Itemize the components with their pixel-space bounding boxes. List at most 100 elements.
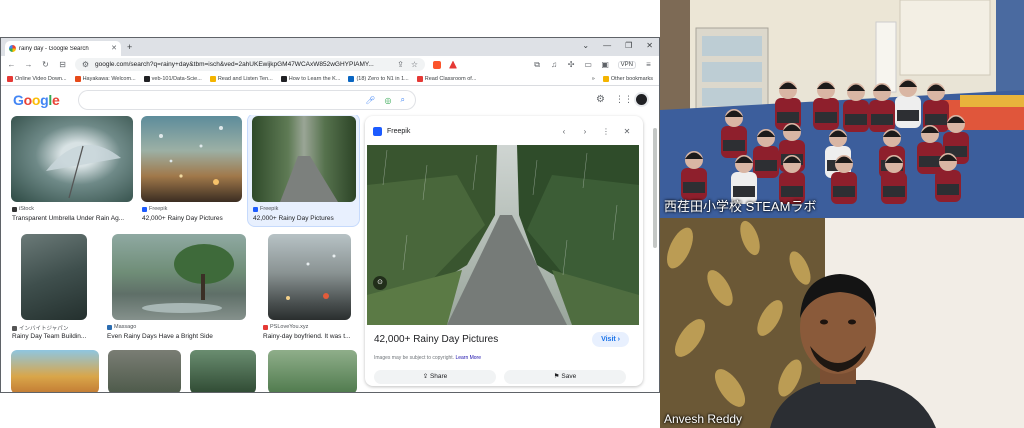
bookmark-favicon-icon: [74, 76, 81, 82]
bookmarks-bar: Online Video Down... Hayakawa: Welcom... v…: [1, 73, 659, 86]
menu-icon[interactable]: ≡: [644, 60, 653, 69]
preview-site[interactable]: Freepik: [387, 128, 551, 135]
result-title[interactable]: 42,000+ Rainy Day Pictures: [253, 215, 357, 222]
more-options-icon[interactable]: ⋮: [598, 127, 614, 136]
reload-icon[interactable]: ↻: [41, 60, 50, 69]
back-icon[interactable]: ←: [7, 60, 16, 69]
lens-icon[interactable]: ◎: [385, 96, 392, 105]
bookmark-label: Read and Listen Ten...: [217, 76, 273, 82]
bookmark-item[interactable]: Read Classroom of...: [416, 76, 477, 82]
result-source: Massago: [114, 324, 137, 330]
close-window-button[interactable]: ✕: [646, 41, 653, 50]
bookmark-item[interactable]: Online Video Down...: [7, 76, 67, 82]
result-title[interactable]: Even Rainy Days Have a Bright Side: [107, 333, 247, 340]
student-figure: [681, 151, 707, 200]
preview-title[interactable]: 42,000+ Rainy Day Pictures: [374, 334, 498, 345]
share-label: Share: [429, 373, 448, 380]
avatar[interactable]: [634, 92, 649, 107]
student-figure: [843, 83, 869, 132]
bookmark-item[interactable]: (18) Zero to N1 in 1...: [348, 76, 409, 82]
bookmark-label: Hayakawa: Welcom...: [82, 76, 136, 82]
minimize-button[interactable]: —: [603, 41, 611, 50]
result-image[interactable]: [11, 116, 133, 202]
bookmark-favicon-icon: [209, 76, 216, 82]
tab-list-icon[interactable]: ▭: [584, 60, 593, 69]
share-button[interactable]: ⇪ Share: [374, 370, 496, 384]
bookmark-item[interactable]: veb-101/Data-Scie...: [143, 76, 202, 82]
tab-search-icon[interactable]: ⌄: [582, 41, 589, 50]
other-bookmarks[interactable]: Other bookmarks: [602, 76, 653, 82]
result-title[interactable]: 42,000+ Rainy Day Pictures: [142, 215, 242, 222]
folder-icon: [602, 76, 609, 82]
logo-letter: o: [23, 92, 33, 108]
vpn-button[interactable]: VPN: [617, 60, 636, 69]
bookmark-label: (18) Zero to N1 in 1...: [356, 76, 409, 82]
student-figure: [813, 81, 839, 130]
media-icon[interactable]: ♫: [550, 60, 559, 69]
mic-icon[interactable]: 🎤︎: [365, 96, 375, 105]
site-info-icon[interactable]: ⚙: [81, 60, 90, 69]
tab-close-icon[interactable]: ✕: [111, 45, 117, 52]
puzzle-icon[interactable]: ✣: [567, 60, 576, 69]
result-source: Freepik: [260, 206, 279, 212]
logo-letter: e: [51, 92, 60, 108]
share-page-icon[interactable]: ⇪: [396, 60, 405, 69]
road-illustration: [280, 156, 338, 202]
wallet-icon[interactable]: ▣: [601, 60, 610, 69]
logo-letter: o: [31, 92, 41, 108]
preview-image[interactable]: [367, 145, 639, 325]
forward-icon[interactable]: →: [24, 60, 33, 69]
result-source: インバイトジャパン: [19, 326, 69, 332]
maximize-button[interactable]: ❐: [625, 41, 632, 50]
tab-rainy-day[interactable]: rainy day - Google Search ✕: [5, 41, 121, 56]
close-icon[interactable]: ✕: [619, 127, 635, 136]
search-box[interactable]: 🎤︎ ◎ ⌕: [79, 91, 415, 109]
result-image-umbrella-girl[interactable]: [268, 350, 357, 392]
result-image[interactable]: [252, 116, 356, 202]
previous-icon[interactable]: ‹: [556, 127, 572, 136]
bookmark-item[interactable]: Hayakawa: Welcom...: [74, 76, 136, 82]
bookmark-label: Online Video Down...: [15, 76, 67, 82]
video-tile-classroom[interactable]: 西荏田小学校 STEAMラボ: [660, 0, 1024, 218]
result-image-forest[interactable]: [190, 350, 256, 392]
result-title[interactable]: Rainy Day Team Buildin...: [12, 333, 100, 340]
student-figure: [869, 83, 895, 132]
apps-grid-icon[interactable]: ⋮⋮: [615, 94, 633, 105]
bookmark-label: veb-101/Data-Scie...: [151, 76, 202, 82]
next-icon[interactable]: ›: [577, 127, 593, 136]
result-title[interactable]: Transparent Umbrella Under Rain Ag...: [12, 215, 137, 222]
window-controls: ⌄ — ❐ ✕: [582, 41, 653, 50]
visit-button[interactable]: Visit ›: [592, 332, 629, 347]
result-image[interactable]: [141, 116, 242, 202]
address-bar[interactable]: ⚙ google.com/search?q=rainy+day&tbm=isch…: [75, 58, 425, 71]
learn-more-link[interactable]: Learn More: [455, 355, 481, 361]
result-image[interactable]: [21, 234, 87, 320]
tab-title: rainy day - Google Search: [19, 45, 89, 52]
rewards-icon[interactable]: [449, 60, 457, 69]
result-image[interactable]: [268, 234, 351, 320]
bookmark-favicon-icon: [348, 76, 355, 82]
search-icon[interactable]: ⌕: [401, 95, 405, 105]
scrollbar[interactable]: [653, 128, 657, 248]
video-tile-presenter[interactable]: Anvesh Reddy: [660, 218, 1024, 428]
brave-shield-icon[interactable]: [433, 60, 441, 69]
more-bookmarks-icon[interactable]: »: [592, 76, 595, 82]
settings-icon[interactable]: ⚙: [596, 94, 605, 105]
result-image[interactable]: [112, 234, 246, 320]
result-image-foliage[interactable]: [108, 350, 181, 392]
result-title[interactable]: Rainy-day boyfriend. It was t...: [263, 333, 358, 340]
extension-icon[interactable]: ⧉: [533, 60, 542, 70]
google-favicon-icon: [9, 45, 16, 52]
bookmark-item[interactable]: How to Learn the K...: [280, 76, 340, 82]
star-icon[interactable]: ☆: [410, 60, 419, 69]
result-image-cartoon[interactable]: [11, 350, 99, 392]
bookmark-favicon-icon: [416, 76, 423, 82]
google-logo[interactable]: Google: [13, 92, 60, 108]
bookmark-page-icon[interactable]: ⊟: [58, 60, 67, 69]
bookmark-item[interactable]: Read and Listen Ten...: [209, 76, 273, 82]
lens-search-icon[interactable]: ⊙: [373, 276, 387, 290]
new-tab-button[interactable]: +: [127, 42, 132, 52]
city-lights-illustration: [286, 254, 336, 300]
bookmark-label: Read Classroom of...: [424, 76, 477, 82]
save-button[interactable]: ⚑ Save: [504, 370, 626, 384]
